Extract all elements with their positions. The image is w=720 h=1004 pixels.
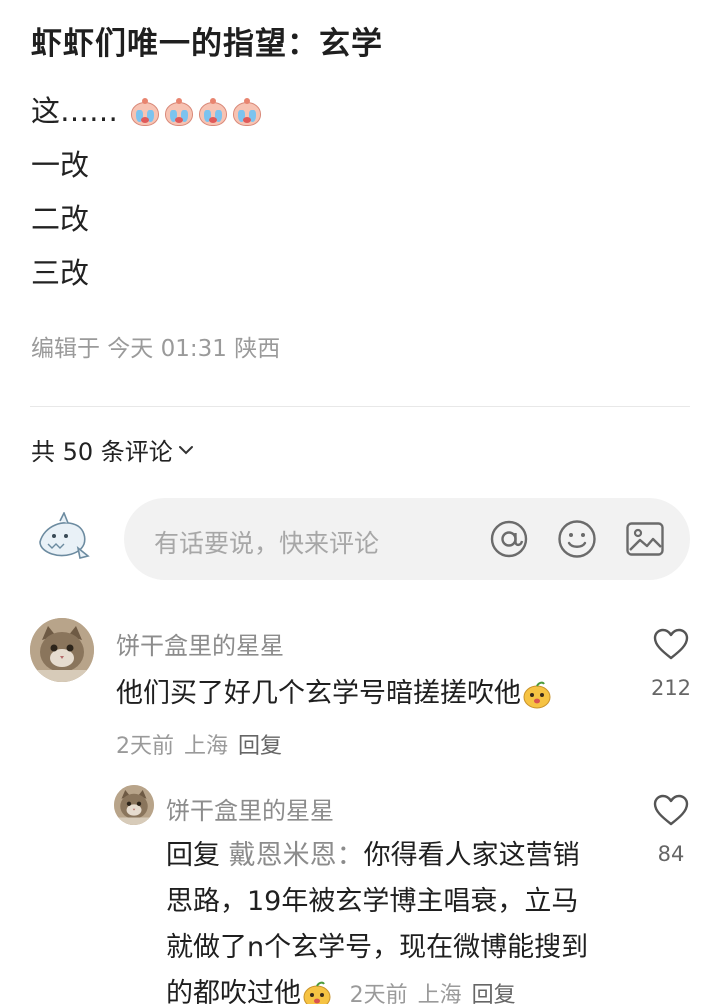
reply-meta: 2天前 上海 回复 [350, 983, 526, 1004]
crying-face-emoji-icon [231, 98, 263, 128]
shark-avatar[interactable] [34, 512, 90, 564]
post-line-3: 二改 [31, 202, 90, 236]
heart-icon[interactable] [652, 627, 690, 661]
reply-text-part: 的都吹过他 [166, 978, 301, 1004]
comment-input[interactable]: 有话要说，快来评论 [124, 498, 690, 580]
reply-text-line-3: 就做了n个玄学号，现在微博能搜到 [166, 932, 589, 963]
post-line-1: 这…… [31, 88, 263, 130]
reply-button[interactable]: 回复 [472, 983, 516, 1004]
post-line-2: 一改 [31, 148, 90, 182]
image-icon[interactable] [624, 518, 666, 560]
reply-text-part: 你得看人家这营销 [363, 840, 580, 871]
reply-time: 2天前 [349, 983, 408, 1004]
comment-username[interactable]: 饼干盒里的星星 [116, 626, 284, 661]
divider [30, 406, 690, 407]
mango-emoji-icon [523, 681, 551, 708]
avatar[interactable] [30, 618, 94, 682]
smiley-icon[interactable] [556, 518, 598, 560]
mango-emoji-icon [303, 981, 331, 1004]
reply-location: 上海 [417, 983, 462, 1004]
like-count: 212 [650, 676, 692, 700]
avatar[interactable] [114, 785, 154, 825]
comment-input-placeholder: 有话要说，快来评论 [154, 529, 380, 558]
reply-text-line-1: 回复 戴恩米恩：你得看人家这营销 [166, 833, 580, 879]
comment-text: 他们买了好几个玄学号暗搓搓吹他 [116, 671, 553, 717]
reply-prefix: 回复 [166, 840, 220, 871]
crying-face-emoji-icon [197, 98, 229, 128]
cat-avatar-image [30, 618, 94, 682]
comment-count-label: 共 50 条评论 [31, 438, 173, 466]
heart-icon[interactable] [652, 793, 690, 827]
cat-avatar-image [114, 785, 154, 825]
comment-location: 上海 [184, 734, 229, 759]
comment-text-body: 他们买了好几个玄学号暗搓搓吹他 [116, 678, 521, 709]
crying-face-emoji-icon [163, 98, 195, 128]
emoji-group [129, 98, 263, 128]
chevron-down-icon [178, 445, 193, 454]
reply-mention[interactable]: 戴恩米恩： [229, 840, 364, 871]
reply-username[interactable]: 饼干盒里的星星 [166, 791, 334, 826]
post-edit-meta: 编辑于 今天 01:31 陕西 [31, 336, 281, 362]
comment-count-toggle[interactable]: 共 50 条评论 [31, 432, 195, 467]
post-line-4: 三改 [31, 256, 90, 290]
reply-text-line-2: 思路，19年被玄学博主唱衰，立马 [166, 886, 579, 917]
post-title: 虾虾们唯一的指望：玄学 [31, 26, 383, 62]
at-icon[interactable] [488, 518, 530, 560]
reply-text-line-4: 的都吹过他 2天前 上海 回复 [166, 971, 526, 1004]
comment-time: 2天前 [116, 734, 174, 759]
crying-face-emoji-icon [129, 98, 161, 128]
like-count: 84 [657, 842, 685, 866]
comment-meta: 2天前 上海 回复 [116, 728, 292, 760]
post-line-text: 这…… [31, 94, 119, 128]
reply-button[interactable]: 回复 [238, 734, 282, 759]
